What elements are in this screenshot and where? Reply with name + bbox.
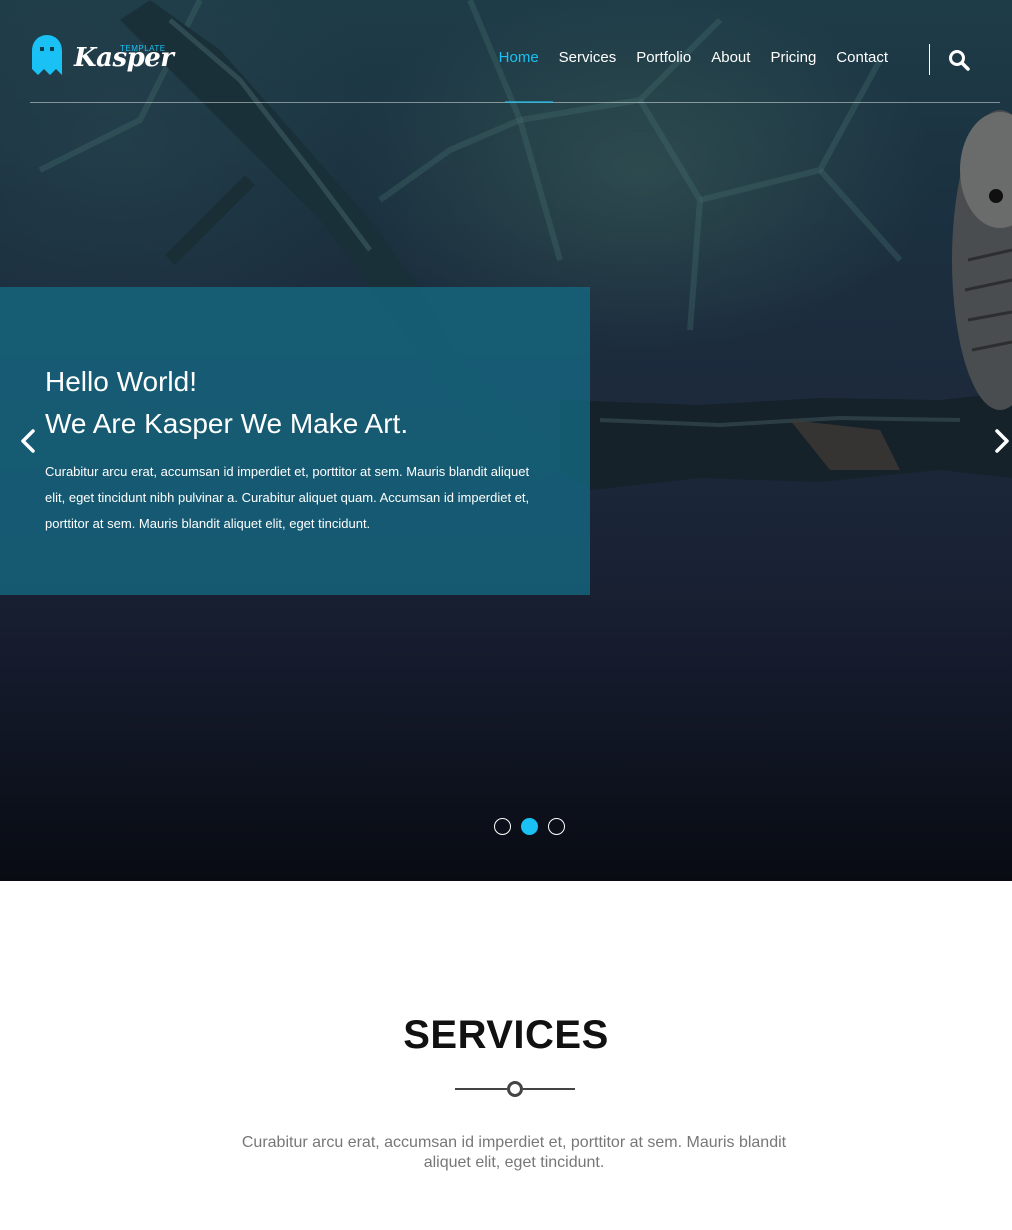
nav-portfolio[interactable]: Portfolio (636, 49, 691, 69)
nav-home[interactable]: Home (499, 49, 539, 69)
slide-dot-1[interactable] (494, 818, 511, 835)
section-description: Curabitur arcu erat, accumsan id imperdi… (241, 1134, 787, 1171)
hero-slider: Kasper TEMPLATE Home Services Portfolio … (0, 0, 1012, 881)
slide-dot-3[interactable] (548, 818, 565, 835)
site-logo[interactable]: Kasper TEMPLATE (30, 35, 180, 79)
slider-indicators (494, 818, 565, 835)
ghost-icon (32, 35, 62, 75)
main-nav: Home Services Portfolio About Pricing Co… (479, 49, 888, 69)
nav-pricing[interactable]: Pricing (770, 49, 816, 69)
nav-contact[interactable]: Contact (836, 49, 888, 69)
chevron-left-icon[interactable] (18, 428, 38, 454)
nav-services[interactable]: Services (559, 49, 617, 69)
logo-tagline: TEMPLATE (120, 44, 166, 53)
slide-heading: Hello World! We Are Kasper We Make Art. (45, 361, 408, 445)
nav-about[interactable]: About (711, 49, 750, 69)
title-decoration (455, 1079, 575, 1099)
slide-heading-line2: We Are Kasper We Make Art. (45, 408, 409, 439)
nav-active-indicator (505, 101, 553, 103)
slide-caption: Hello World! We Are Kasper We Make Art. … (0, 287, 590, 595)
slide-heading-line1: Hello World! (45, 366, 197, 397)
section-title: SERVICES (403, 1013, 609, 1057)
slide-dot-2[interactable] (521, 818, 538, 835)
nav-divider (929, 44, 930, 75)
chevron-right-icon[interactable] (992, 428, 1012, 454)
search-icon[interactable] (948, 49, 970, 71)
deco-line-right (523, 1088, 575, 1090)
deco-line-left (455, 1088, 507, 1090)
slide-text: Curabitur arcu erat, accumsan id imperdi… (45, 464, 530, 531)
deco-circle-icon (507, 1081, 523, 1097)
